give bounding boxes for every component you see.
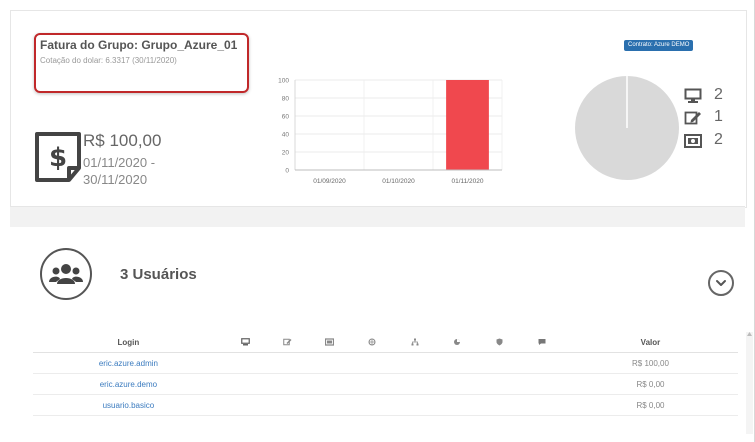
- bar: [446, 80, 489, 170]
- users-section-title: 3 Usuários: [120, 266, 197, 283]
- y-tick-label: 60: [282, 114, 290, 121]
- user-login-link[interactable]: eric.azure.admin: [33, 352, 224, 374]
- invoice-amount: R$ 100,00: [83, 131, 162, 150]
- column-header-shield[interactable]: [478, 332, 521, 353]
- invoice-period-start: 01/11/2020 -: [83, 155, 156, 170]
- y-tick-label: 20: [282, 150, 290, 157]
- page: Fatura do Grupo: Grupo_Azure_01 Cotação …: [0, 0, 755, 442]
- x-tick-label: 01/11/2020: [451, 178, 483, 185]
- user-login-link[interactable]: usuario.basico: [33, 394, 224, 416]
- table-header-row: Login Valor: [33, 332, 738, 353]
- sitemap-icon: [411, 338, 419, 346]
- y-tick-label: 100: [278, 78, 289, 85]
- x-tick-label: 01/09/2020: [313, 178, 346, 185]
- table-scrollbar[interactable]: [746, 332, 753, 434]
- column-header-messages[interactable]: [520, 332, 563, 353]
- stat-desktops: 2: [684, 86, 740, 106]
- stat-count: 2: [714, 86, 723, 103]
- exchange-rate: Cotação do dolar: 6.3317 (30/11/2020): [40, 56, 177, 65]
- globe-icon: [368, 338, 376, 346]
- stat-licenses: 2: [684, 131, 740, 151]
- chevron-down-icon: [716, 280, 726, 286]
- license-icon: [325, 338, 335, 347]
- y-tick-label: 0: [285, 168, 289, 175]
- message-icon: [538, 339, 546, 346]
- edit-icon: [684, 111, 701, 125]
- desktop-icon: [240, 338, 250, 346]
- contract-badge: Contrato: Azure DEMO: [624, 40, 694, 51]
- stat-count: 2: [714, 131, 723, 148]
- y-tick-label: 80: [282, 96, 290, 103]
- stat-edits: 1: [684, 108, 740, 128]
- invoice-period-end: 30/11/2020: [83, 172, 148, 187]
- usage-pie-chart: [575, 76, 679, 180]
- column-header-desktops[interactable]: [223, 332, 267, 353]
- user-login-link[interactable]: eric.azure.demo: [33, 373, 224, 395]
- user-value: R$ 0,00: [562, 394, 738, 416]
- column-header-sitemap[interactable]: [393, 332, 436, 353]
- group-title: Fatura do Grupo: Grupo_Azure_01: [40, 38, 238, 52]
- table-row: usuario.basico R$ 0,00: [33, 394, 738, 416]
- table-row: eric.azure.admin R$ 100,00: [33, 352, 738, 374]
- users-table: Login Valor eric.azure.admin R$ 100,00 e…: [33, 332, 738, 416]
- column-header-value[interactable]: Valor: [562, 332, 738, 353]
- users-group-icon: [40, 248, 92, 300]
- stat-count: 1: [714, 108, 723, 125]
- table-row: eric.azure.demo R$ 0,00: [33, 373, 738, 395]
- column-header-edits[interactable]: [266, 332, 309, 353]
- edit-icon: [283, 339, 292, 346]
- column-header-globe[interactable]: [350, 332, 394, 353]
- y-tick-label: 40: [282, 132, 290, 139]
- section-divider: [10, 206, 745, 228]
- scroll-up-arrow-icon[interactable]: [746, 330, 753, 338]
- pie-chart-icon: [453, 339, 460, 346]
- monthly-bar-chart: 100 80 60 40 20 0 01/09/2020 01/10/2020 01/11/20…: [278, 78, 503, 185]
- expand-users-button[interactable]: [708, 270, 734, 296]
- user-value: R$ 0,00: [562, 373, 738, 395]
- column-header-pie[interactable]: [435, 332, 479, 353]
- column-header-login[interactable]: Login: [33, 332, 224, 353]
- license-icon: [684, 134, 702, 148]
- user-value: R$ 100,00: [562, 352, 738, 374]
- column-header-licenses[interactable]: [308, 332, 351, 353]
- svg-text:$: $: [49, 143, 67, 173]
- shield-icon: [496, 338, 503, 346]
- x-tick-label: 01/10/2020: [382, 178, 415, 185]
- desktop-icon: [684, 88, 702, 103]
